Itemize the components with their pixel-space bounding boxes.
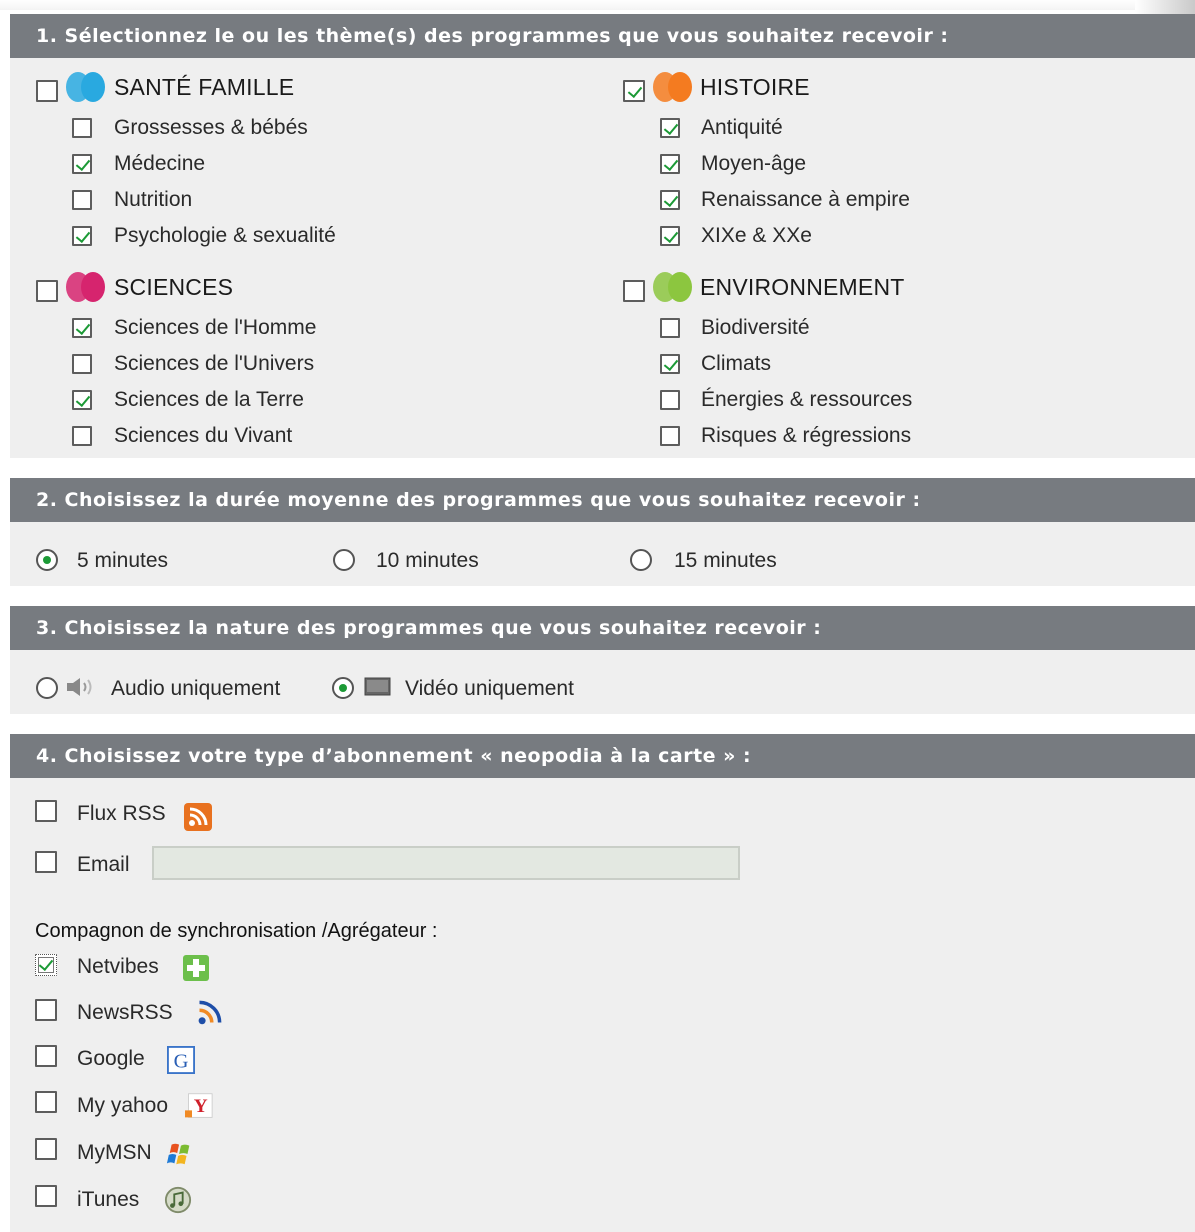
aggregator-checkbox-msn[interactable]	[35, 1138, 57, 1160]
theme-label: XIXe & XXe	[701, 224, 812, 247]
screen-icon	[364, 677, 391, 696]
theme-label: Moyen-âge	[701, 152, 807, 175]
aggregator-checkbox-netvibes[interactable]	[35, 954, 57, 976]
aggregator-checkbox-itunes[interactable]	[35, 1185, 57, 1207]
theme-label: Sciences de l'Homme	[114, 316, 317, 339]
svg-text:G: G	[174, 1050, 189, 1072]
theme-label: Risques & régressions	[701, 424, 912, 447]
theme-label: Énergies & ressources	[701, 388, 913, 411]
msn-icon	[166, 1143, 190, 1165]
theme-checkbox[interactable]	[72, 390, 92, 410]
theme-label: Grossesses & bébés	[114, 116, 308, 139]
theme-checkbox[interactable]	[660, 154, 680, 174]
duration-radio-5[interactable]	[36, 549, 58, 571]
sciences-logo-icon	[66, 272, 108, 302]
category-checkbox-sante-famille[interactable]	[36, 80, 58, 102]
theme-section: 1. Sélectionnez le ou les thème(s) des p…	[10, 14, 1195, 458]
theme-checkbox[interactable]	[72, 190, 92, 210]
theme-label: Antiquité	[701, 116, 783, 139]
theme-checkbox[interactable]	[660, 118, 680, 138]
svg-text:Y: Y	[194, 1096, 208, 1117]
duration-section: 2. Choisissez la durée moyenne des progr…	[10, 478, 1195, 586]
category-title-sante-famille: SANTÉ FAMILLE	[114, 74, 295, 100]
histoire-logo-icon	[653, 72, 695, 102]
category-checkbox-environnement[interactable]	[623, 280, 645, 302]
rss-checkbox[interactable]	[35, 800, 57, 822]
theme-checkbox[interactable]	[660, 390, 680, 410]
rss-icon	[184, 803, 212, 831]
theme-checkbox[interactable]	[72, 226, 92, 246]
aggregator-checkbox-google[interactable]	[35, 1045, 57, 1067]
netvibes-icon	[183, 955, 209, 981]
theme-checkbox[interactable]	[660, 426, 680, 446]
newsrss-icon	[198, 1000, 222, 1025]
aggregator-label: NewsRSS	[77, 1001, 173, 1024]
category-title-sciences: SCIENCES	[114, 274, 234, 300]
theme-label: Sciences de la Terre	[114, 388, 304, 411]
duration-radio-10[interactable]	[333, 549, 355, 571]
theme-checkbox[interactable]	[72, 426, 92, 446]
theme-label: Sciences du Vivant	[114, 424, 293, 447]
sante-famille-logo-icon	[66, 72, 108, 102]
category-title-environnement: ENVIRONNEMENT	[700, 274, 905, 300]
theme-checkbox[interactable]	[660, 354, 680, 374]
theme-checkbox[interactable]	[72, 118, 92, 138]
duration-radio-15[interactable]	[630, 549, 652, 571]
aggregator-label: Netvibes	[77, 955, 159, 978]
aggregator-label: MyMSN	[77, 1141, 152, 1164]
nature-section: 3. Choisissez la nature des programmes q…	[10, 606, 1195, 714]
audio-radio[interactable]	[36, 677, 58, 699]
theme-label: Biodiversité	[701, 316, 810, 339]
email-field[interactable]	[152, 846, 740, 880]
theme-checkbox[interactable]	[72, 318, 92, 338]
theme-label: Nutrition	[114, 188, 193, 211]
category-title-histoire: HISTOIRE	[700, 74, 810, 100]
duration-section-title: 2. Choisissez la durée moyenne des progr…	[10, 478, 1195, 522]
theme-section-title: 1. Sélectionnez le ou les thème(s) des p…	[10, 14, 1195, 58]
duration-label: 5 minutes	[77, 549, 169, 572]
theme-checkbox[interactable]	[660, 226, 680, 246]
email-checkbox[interactable]	[35, 851, 57, 873]
yahoo-icon: Y	[185, 1093, 213, 1118]
nature-label-audio: Audio uniquement	[111, 677, 281, 700]
aggregator-checkbox-yahoo[interactable]	[35, 1091, 57, 1113]
nature-section-title: 3. Choisissez la nature des programmes q…	[10, 606, 1195, 650]
speaker-icon	[67, 678, 92, 696]
theme-label: Psychologie & sexualité	[114, 224, 336, 247]
environnement-logo-icon	[653, 272, 695, 302]
nature-label-video: Vidéo uniquement	[405, 677, 574, 700]
aggregator-checkbox-newsrss[interactable]	[35, 999, 57, 1021]
theme-checkbox[interactable]	[72, 154, 92, 174]
google-icon: G	[167, 1046, 195, 1074]
theme-checkbox[interactable]	[660, 318, 680, 338]
theme-checkbox[interactable]	[72, 354, 92, 374]
itunes-icon	[164, 1186, 192, 1214]
category-checkbox-sciences[interactable]	[36, 280, 58, 302]
theme-label: Renaissance à empire	[701, 188, 910, 211]
category-checkbox-histoire[interactable]	[623, 80, 645, 102]
subscription-section-title: 4. Choisissez votre type d’abonnement « …	[10, 734, 1195, 778]
aggregator-label: iTunes	[77, 1188, 140, 1211]
duration-label: 15 minutes	[674, 549, 777, 572]
theme-checkbox[interactable]	[660, 190, 680, 210]
theme-label: Climats	[701, 352, 772, 375]
email-label: Email	[77, 853, 130, 876]
theme-label: Médecine	[114, 152, 206, 175]
aggregator-label: Google	[77, 1047, 145, 1070]
rss-label: Flux RSS	[77, 802, 166, 825]
subscription-section: 4. Choisissez votre type d’abonnement « …	[10, 734, 1195, 1232]
aggregator-title: Compagnon de synchronisation /Agrégateur…	[35, 920, 438, 942]
top-fade	[0, 0, 1195, 10]
theme-label: Sciences de l'Univers	[114, 352, 315, 375]
duration-label: 10 minutes	[376, 549, 479, 572]
video-radio[interactable]	[332, 677, 354, 699]
aggregator-label: My yahoo	[77, 1094, 169, 1117]
